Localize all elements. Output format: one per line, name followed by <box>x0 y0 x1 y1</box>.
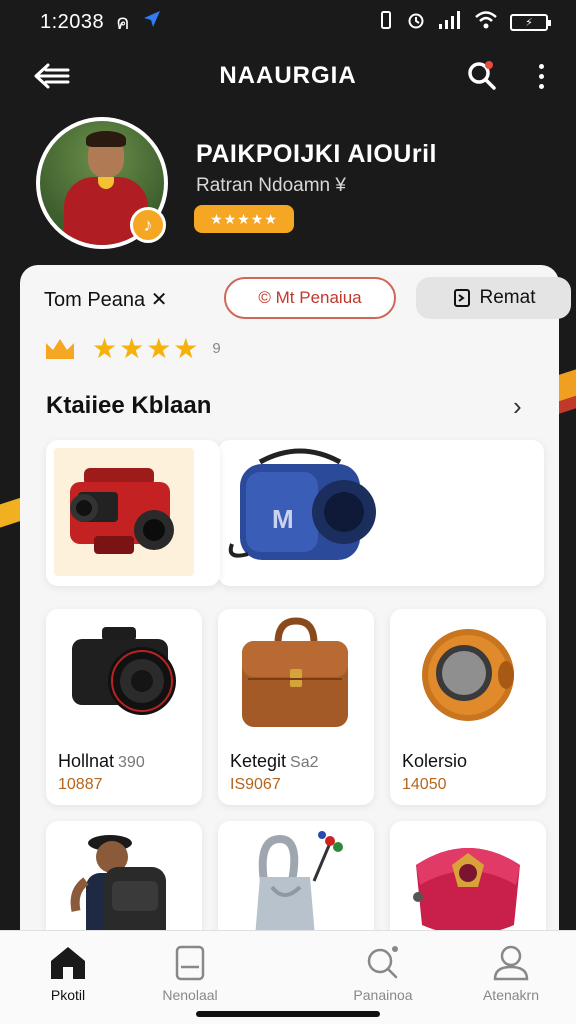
signal-icon <box>438 10 462 35</box>
dslr-camera-image <box>72 627 176 715</box>
rating-count: 9 <box>212 339 221 357</box>
nav-item-tablet[interactable]: Nenolaal <box>135 943 245 1003</box>
avatar-hair <box>86 131 126 147</box>
star-rating: ★★★★ <box>92 332 201 364</box>
red-camera-image <box>70 468 174 554</box>
app-bar: NAAURGIA <box>0 50 576 102</box>
battery-icon: ⚡ <box>510 13 551 31</box>
product-title: Hollnat 390 <box>58 751 145 771</box>
nav-item-account[interactable]: Atenakrn <box>456 943 566 1003</box>
location-arrow-icon <box>142 9 162 35</box>
search-button[interactable] <box>462 58 502 94</box>
leather-bag-image <box>242 617 348 727</box>
bookmark-icon <box>453 289 470 307</box>
outline-button-label: © Mt Penaiua <box>258 288 362 307</box>
featured-card[interactable] <box>46 440 220 586</box>
profile-rating-badge: ★★★★★ <box>194 205 294 233</box>
product-title: Kolersio <box>402 751 468 771</box>
profile-name: PAIKPOIJKI AIOUril <box>196 140 437 168</box>
content-sheet: Tom Peana ✕ © Mt Penaiua Remat ★★★★ 9 Kt… <box>20 265 571 1024</box>
product-card[interactable]: Ketegit Sa2 IS9067 <box>218 609 374 805</box>
product-card[interactable]: Hollnat 390 10887 <box>46 609 202 805</box>
product-price: 10887 <box>58 776 103 793</box>
search-icon <box>468 61 496 90</box>
copper-speaker-image <box>422 629 514 721</box>
nav-item-profile[interactable]: Pkotil <box>13 943 123 1003</box>
section-title: Ktaiiee Kblaan <box>46 392 212 419</box>
nav-label: Atenakrn <box>482 987 540 1003</box>
nav-label: Pkotil <box>50 987 86 1003</box>
dot-icon <box>538 73 544 79</box>
product-card[interactable]: Kolersio 14050 <box>390 609 546 805</box>
rating-row: ★★★★ 9 <box>44 331 221 365</box>
battery-label: ⚡ <box>525 16 533 29</box>
status-bar: 1:2038 ค ⚡ <box>0 0 576 44</box>
profile-subtitle: Ratran Ndoamn ¥ <box>196 175 346 196</box>
dot-icon <box>538 83 544 89</box>
bottom-navigation: Pkotil Nenolaal Panainoa Atenakrn <box>0 930 576 1024</box>
outline-action-button[interactable]: © Mt Penaiua <box>224 277 396 319</box>
more-options-button[interactable] <box>526 58 556 94</box>
remat-button[interactable]: Remat <box>416 277 571 319</box>
svg-text:M: M <box>272 504 294 534</box>
music-note-badge-icon: ♪ <box>130 207 166 243</box>
product-price: 14050 <box>402 776 447 793</box>
home-indicator[interactable] <box>196 1011 380 1017</box>
home-icon <box>51 947 85 979</box>
vibrate-icon <box>378 10 394 35</box>
seller-row: Tom Peana ✕ © Mt Penaiua Remat <box>44 277 571 321</box>
chevron-right-icon[interactable]: › <box>513 391 522 422</box>
seller-name[interactable]: Tom Peana ✕ <box>44 287 200 312</box>
nav-item-search[interactable]: Panainoa <box>328 943 438 1003</box>
crown-icon <box>44 335 76 361</box>
remat-button-label: Remat <box>479 287 536 308</box>
product-price: IS9067 <box>230 776 281 793</box>
carrier-glyph: ค <box>116 12 130 34</box>
nav-label: Panainoa <box>353 987 413 1003</box>
product-title: Ketegit Sa2 <box>230 751 319 771</box>
user-icon <box>493 945 529 981</box>
search-icon <box>367 946 398 979</box>
blue-bag-image: M <box>228 448 376 560</box>
nav-label: Nenolaal <box>162 987 218 1003</box>
featured-card[interactable]: M <box>218 440 544 586</box>
wifi-icon <box>474 10 498 35</box>
status-time: 1:2038 <box>40 10 105 33</box>
alarm-icon <box>406 10 426 35</box>
dot-icon <box>538 63 544 69</box>
tablet-icon <box>175 945 205 981</box>
featured-carousel: M <box>46 440 544 586</box>
